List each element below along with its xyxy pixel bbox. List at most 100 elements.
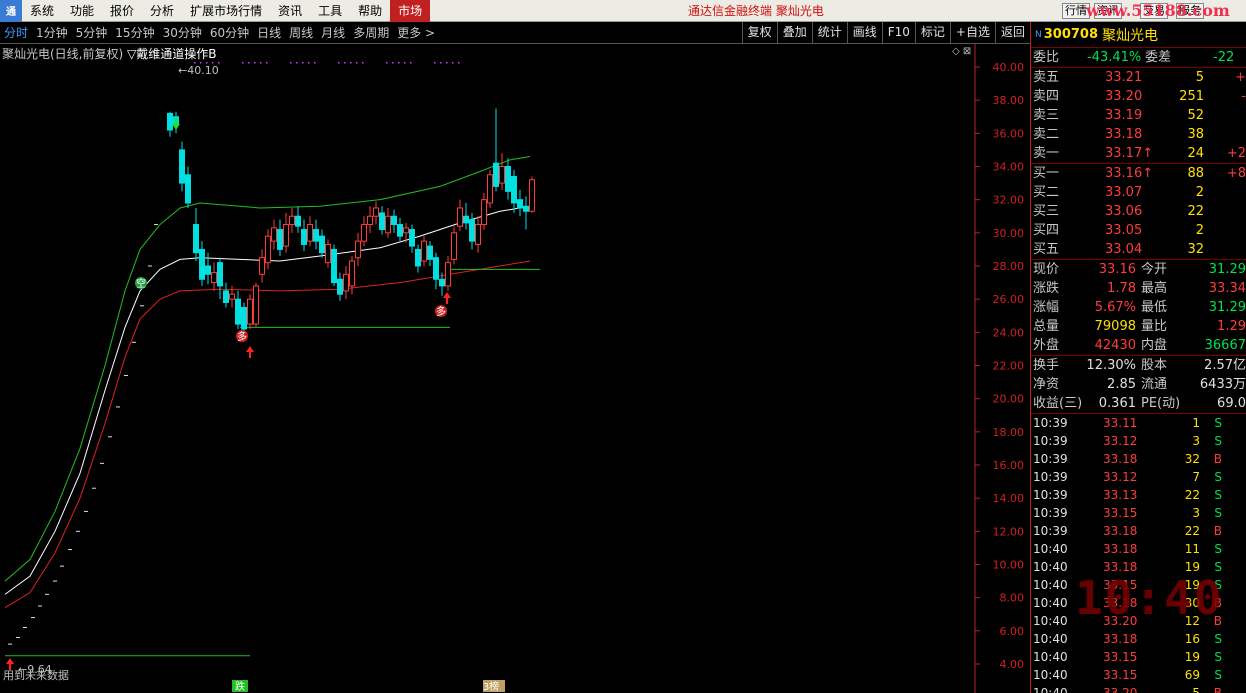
tick-volume: 22	[1184, 488, 1200, 502]
tick-time: 10:40	[1033, 614, 1068, 628]
period-60min[interactable]: 60分钟	[206, 24, 253, 41]
marker-dot	[248, 62, 250, 64]
chart-title: 聚灿光电(日线,前复权)	[2, 47, 124, 61]
tick-price: 33.15	[1103, 668, 1138, 682]
period-30min[interactable]: 30分钟	[159, 24, 206, 41]
bid-row: 买一 33.16↑ 88 +8	[1031, 164, 1246, 183]
menu-analysis[interactable]: 分析	[142, 0, 182, 22]
ask-label: 卖四	[1033, 89, 1060, 104]
tick-volume: 16	[1184, 632, 1200, 646]
period-1min[interactable]: 1分钟	[32, 24, 72, 41]
marker-dot	[434, 62, 436, 64]
candle-body	[391, 215, 397, 226]
marker-dot	[302, 62, 304, 64]
y-tick-label: 28.00	[993, 260, 1025, 273]
bid-row: 买四 33.05 2	[1031, 221, 1246, 240]
chart-control-icons[interactable]: ◇ ⊠	[952, 46, 971, 57]
tick-volume: 69	[1184, 668, 1200, 682]
menu-news[interactable]: 资讯	[270, 0, 310, 22]
marker-dot	[356, 62, 358, 64]
period-day[interactable]: 日线	[253, 24, 285, 41]
ask-price: 33.17↑	[1105, 146, 1154, 161]
stat-value: 0.361	[1098, 396, 1136, 411]
tool-stats[interactable]: 统计	[811, 22, 847, 44]
stat-value: 12.30%	[1086, 358, 1136, 373]
menu-tools[interactable]: 工具	[310, 0, 350, 22]
tick-list[interactable]: 10:39 33.11 1 S 10:39 33.12 3 S 10:39 33.18 32 B 10:…	[1031, 413, 1246, 693]
candle-body	[199, 248, 205, 280]
candle-body	[475, 224, 481, 245]
candle-body	[517, 199, 523, 209]
period-intraday[interactable]: 分时	[0, 24, 32, 41]
period-week[interactable]: 周线	[285, 24, 317, 41]
ask-row: 卖五 33.21 5 +	[1031, 68, 1246, 87]
y-tick-label: 32.00	[993, 194, 1025, 207]
bid-volume: 2	[1195, 223, 1204, 238]
y-tick-label: 36.00	[993, 127, 1025, 140]
bid-volume: 22	[1187, 204, 1204, 219]
tool-add-watchlist[interactable]: +自选	[949, 22, 995, 44]
candle-body	[193, 224, 199, 254]
quote-row: 总量 79098 量比 1.29	[1031, 317, 1246, 336]
stock-code[interactable]: 300708	[1044, 27, 1098, 42]
marker-dot	[446, 62, 448, 64]
y-tick-label: 4.00	[1000, 658, 1025, 671]
stat-label: 净资	[1033, 377, 1060, 392]
menu-function[interactable]: 功能	[62, 0, 102, 22]
menu-extended-market[interactable]: 扩展市场行情	[182, 0, 270, 22]
candle-body	[235, 298, 241, 325]
candle-body	[355, 240, 361, 259]
quote-value: 5.67%	[1094, 300, 1136, 315]
period-month[interactable]: 月线	[317, 24, 349, 41]
tool-back[interactable]: 返回	[994, 22, 1030, 44]
menu-help[interactable]: 帮助	[350, 0, 390, 22]
candle-body	[325, 243, 331, 264]
candle-body	[331, 248, 337, 284]
tool-f10[interactable]: F10	[881, 22, 915, 44]
tool-adjust[interactable]: 复权	[741, 22, 777, 44]
candle-body	[397, 224, 403, 237]
bid-label: 买四	[1033, 223, 1060, 238]
tool-mark[interactable]: 标记	[914, 22, 950, 44]
stat-label: 流通	[1141, 377, 1168, 392]
period-more[interactable]: 更多 >	[393, 24, 439, 41]
quote-label: 最高	[1141, 281, 1168, 296]
tick-time: 10:39	[1033, 434, 1068, 448]
menu-quote[interactable]: 报价	[102, 0, 142, 22]
period-multi[interactable]: 多周期	[349, 24, 393, 41]
menu-market[interactable]: 市场	[390, 0, 431, 22]
candle-body	[271, 227, 277, 242]
quote-label: 总量	[1033, 319, 1060, 334]
bid-volume: 32	[1187, 242, 1204, 257]
tick-time: 10:40	[1033, 560, 1068, 574]
tick-time: 10:40	[1033, 542, 1068, 556]
quote-label: 最低	[1141, 300, 1168, 315]
order-ratio-label: 委比	[1033, 50, 1060, 65]
candle-body	[439, 278, 445, 287]
bottom-tag-label: 3榜	[483, 680, 499, 693]
menu-system[interactable]: 系统	[22, 0, 62, 22]
indicator-name[interactable]: ▽戴维通道操作B	[127, 47, 216, 61]
period-15min[interactable]: 15分钟	[111, 24, 158, 41]
tick-price: 33.15	[1103, 506, 1138, 520]
tick-side: B	[1213, 686, 1222, 693]
candle-body	[403, 227, 409, 234]
up-arrow-icon	[443, 292, 451, 304]
stock-name[interactable]: 聚灿光电	[1102, 25, 1158, 45]
candle-body	[493, 162, 499, 187]
tick-volume: 11	[1184, 542, 1200, 556]
tool-overlay[interactable]: 叠加	[776, 22, 812, 44]
tick-volume: 5	[1192, 686, 1200, 693]
tool-draw[interactable]: 画线	[846, 22, 882, 44]
kline-chart[interactable]: 40.00 38.00 36.00 34.00 32.00 30.00 28.00 26.00…	[0, 44, 1030, 693]
menu-bar: 通 系统 功能 报价 分析 扩展市场行情 资讯 工具 帮助 市场 通达信金融终端…	[0, 0, 1246, 22]
candle-body	[205, 265, 211, 275]
candle-body	[167, 112, 173, 131]
ask-volume: 24	[1187, 146, 1204, 161]
tick-side: S	[1214, 470, 1222, 484]
period-5min[interactable]: 5分钟	[72, 24, 112, 41]
marker-dot	[410, 62, 412, 64]
tick-row: 10:39 33.11 1 S	[1031, 414, 1246, 432]
bid-volume: 2	[1195, 185, 1204, 200]
order-diff-label: 委差	[1145, 50, 1172, 65]
